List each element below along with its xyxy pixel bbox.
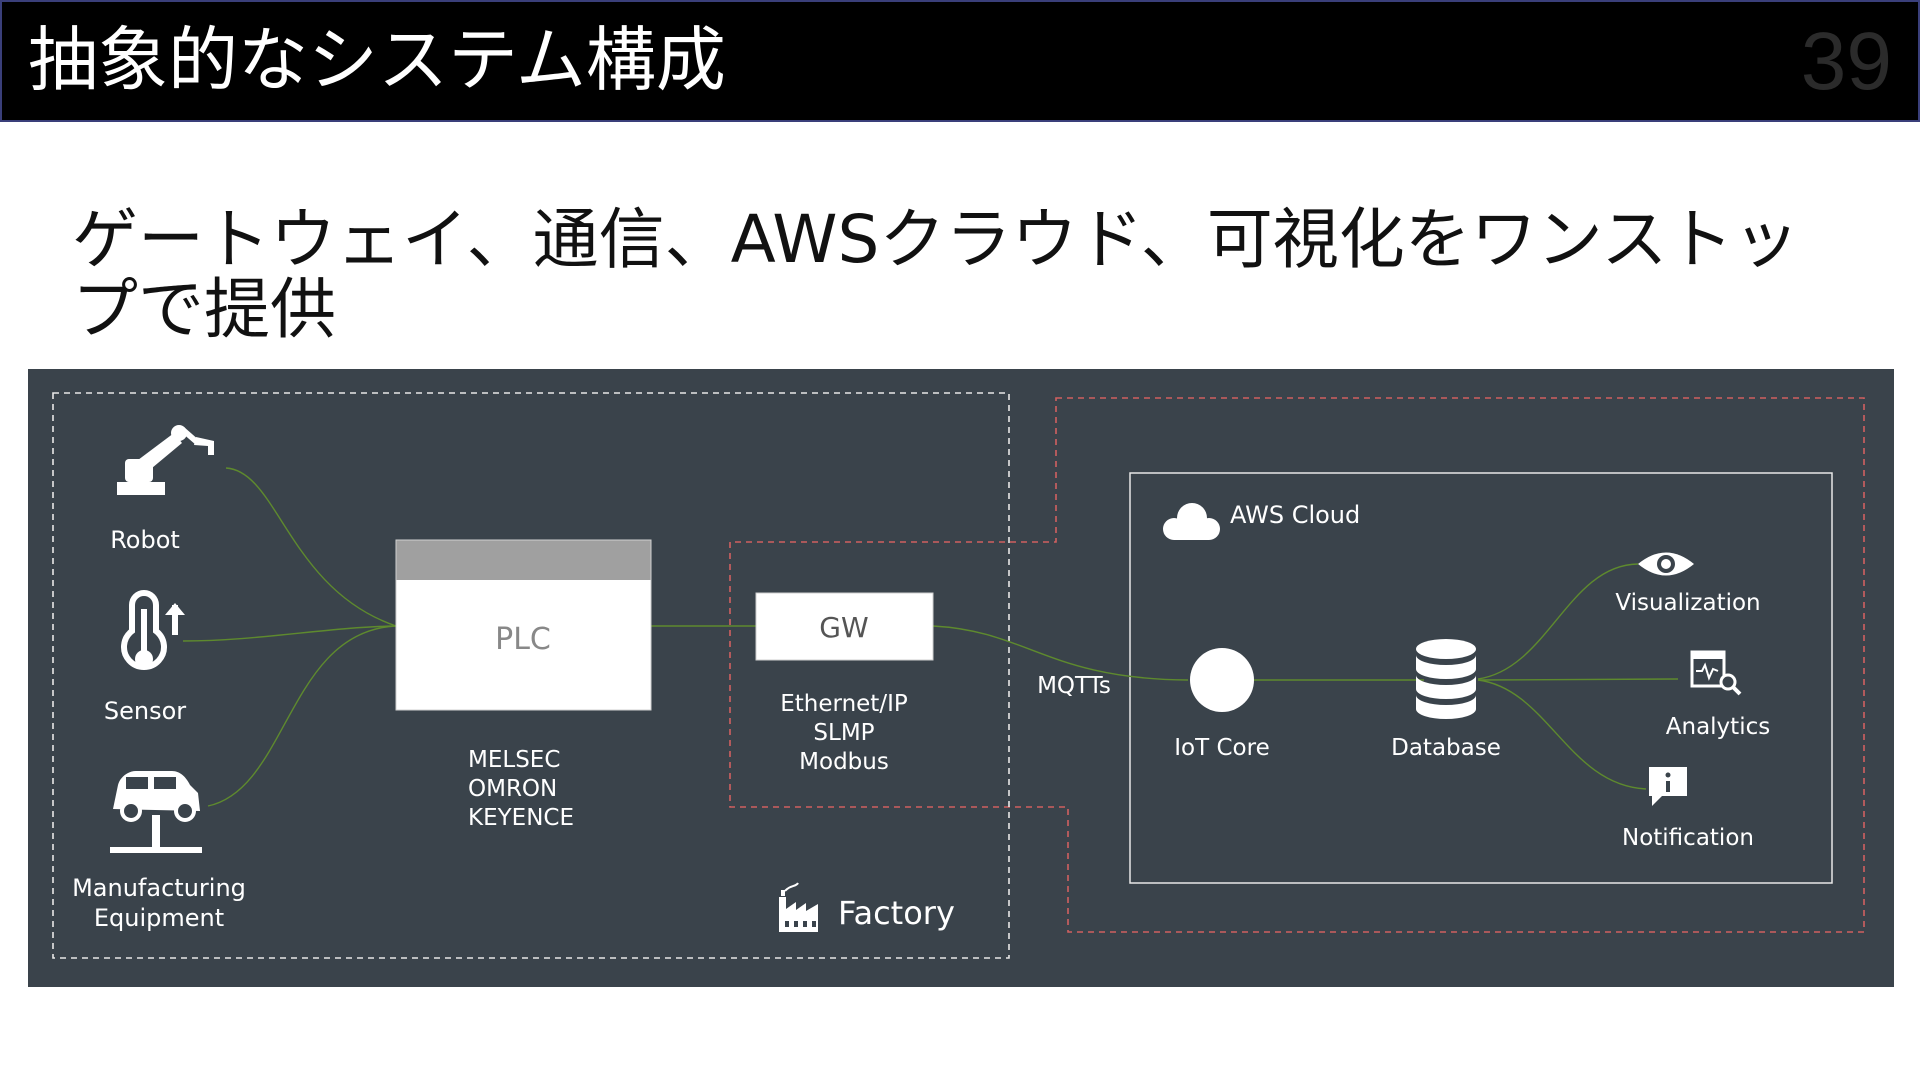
slide-subtitle: ゲートウェイ、通信、AWSクラウド、可視化をワンストップで提供 — [72, 201, 1800, 348]
visualization-label: Visualization — [1615, 590, 1760, 616]
gateway-protocol-2: SLMP — [813, 720, 874, 746]
plc-vendor-1: MELSEC — [468, 747, 560, 773]
notification-label: Notification — [1622, 825, 1754, 851]
database-label: Database — [1391, 735, 1501, 761]
robot-label: Robot — [110, 526, 180, 554]
db-analytics-line — [1477, 678, 1679, 681]
iot-core-label: IoT Core — [1174, 735, 1269, 761]
plc-vendor-2: OMRON — [468, 776, 557, 802]
gateway-protocol-3: Modbus — [799, 749, 889, 775]
analytics-label: Analytics — [1666, 714, 1770, 740]
plc-vendor-3: KEYENCE — [468, 805, 574, 831]
slide-number: 39 — [1800, 16, 1892, 107]
aws-cloud-label: AWS Cloud — [1230, 501, 1360, 529]
gateway-protocol-1: Ethernet/IP — [780, 691, 908, 717]
slide-title: 抽象的なシステム構成 — [28, 19, 726, 101]
gateway-label: GW — [819, 611, 868, 644]
plc-label: PLC — [495, 622, 551, 657]
title-bar: 抽象的なシステム構成 39 — [0, 0, 1920, 122]
system-diagram: Robot Sensor Manufacturing Equipment PLC… — [28, 369, 1894, 987]
equipment-label-line2: Equipment — [94, 904, 224, 932]
sensor-label: Sensor — [104, 697, 186, 725]
iot-core-icon — [1190, 648, 1254, 712]
factory-label: Factory — [838, 894, 955, 932]
mqtts-label: MQTTs — [1037, 673, 1111, 699]
diagram-background — [28, 369, 1894, 987]
equipment-label-line1: Manufacturing — [72, 874, 246, 902]
